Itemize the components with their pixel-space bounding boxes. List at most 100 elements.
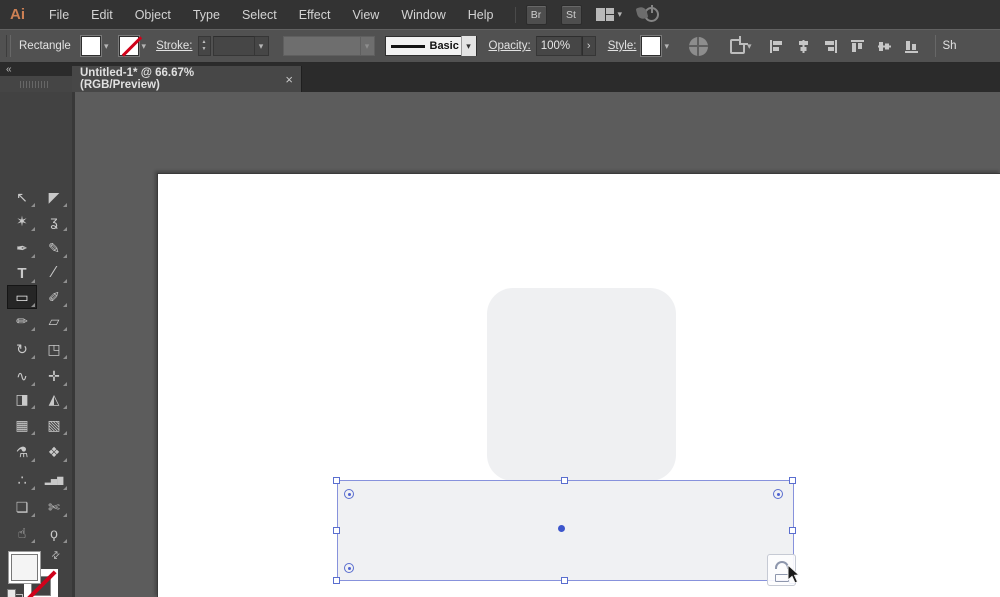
- fill-indicator[interactable]: [8, 551, 41, 584]
- tools-panel-grip[interactable]: [0, 76, 72, 92]
- selection-handle-middle-right[interactable]: [789, 527, 796, 534]
- tool-direct-selection[interactable]: ◤: [39, 185, 69, 209]
- tool-width[interactable]: ∿: [7, 364, 37, 388]
- curvature-icon: ✎: [48, 239, 60, 256]
- stroke-weight-chevron-icon[interactable]: ▾: [254, 36, 269, 56]
- recolor-artwork-icon[interactable]: [688, 36, 708, 56]
- tool-gradient[interactable]: ▧: [39, 413, 69, 437]
- style-label[interactable]: Style:: [608, 40, 637, 52]
- cc-power-icon[interactable]: [644, 5, 660, 22]
- control-bar: Rectangle ▾ ▾ Stroke: ▲ ▼ ▾ ▾ Basic ▾ Op…: [0, 29, 1000, 63]
- tool-artboard[interactable]: ❏: [7, 495, 37, 519]
- horizontal-align-center-button[interactable]: [793, 35, 815, 57]
- brush-definition-select[interactable]: Basic ▾: [384, 36, 477, 56]
- width-profile-chevron-icon: ▾: [360, 36, 375, 56]
- tool-type[interactable]: T: [7, 261, 37, 285]
- menu-type[interactable]: Type: [182, 0, 231, 29]
- tool-rectangle[interactable]: ▭: [7, 285, 37, 309]
- lasso-icon: ʓ: [50, 213, 58, 229]
- default-fill-stroke-icon[interactable]: [7, 589, 23, 597]
- stroke-chevron-down-icon[interactable]: ▾: [142, 41, 147, 51]
- tool-free-transform[interactable]: ✛: [39, 364, 69, 388]
- tools-panel-header: «: [0, 63, 72, 92]
- tool-pen[interactable]: ✒: [7, 236, 37, 260]
- stroke-weight-input[interactable]: [212, 36, 255, 56]
- tool-magic-wand[interactable]: ✶: [7, 209, 37, 233]
- menu-edit[interactable]: Edit: [80, 0, 124, 29]
- document-tab[interactable]: Untitled-1* @ 66.67% (RGB/Preview) ×: [72, 66, 302, 92]
- selected-rectangle-shape[interactable]: [337, 480, 794, 581]
- tool-rotate[interactable]: ↻: [7, 337, 37, 361]
- menu-view[interactable]: View: [341, 0, 390, 29]
- tool-blend[interactable]: ❖: [39, 440, 69, 464]
- stepper-up-icon[interactable]: ▲: [202, 40, 207, 45]
- opacity-input[interactable]: 100%: [535, 36, 582, 56]
- selection-handle-top-right[interactable]: [789, 477, 796, 484]
- tool-lasso[interactable]: ʓ: [39, 209, 69, 233]
- menu-select[interactable]: Select: [231, 0, 288, 29]
- workspace-chevron-down-icon[interactable]: ▾: [618, 10, 623, 19]
- selection-handle-top-center[interactable]: [561, 477, 568, 484]
- tool-pencil[interactable]: ✏: [7, 309, 37, 333]
- selection-center-point[interactable]: [558, 525, 565, 532]
- menu-file[interactable]: File: [38, 0, 80, 29]
- stock-button[interactable]: St: [560, 4, 582, 25]
- stepper-down-icon[interactable]: ▼: [202, 47, 207, 52]
- tool-column-graph[interactable]: ▂▅▇: [39, 468, 69, 492]
- tool-shape-builder[interactable]: ◨: [7, 387, 37, 411]
- slice-icon: ✄: [48, 498, 60, 515]
- selection-handle-bottom-center[interactable]: [561, 577, 568, 584]
- rounded-rectangle-shape[interactable]: [487, 288, 676, 481]
- tool-hand[interactable]: ☝: [7, 521, 37, 545]
- tool-scale[interactable]: ◳: [39, 337, 69, 361]
- tab-close-icon[interactable]: ×: [285, 72, 293, 87]
- workspace-switcher-icon[interactable]: [595, 8, 614, 21]
- pencil-icon: ✏: [16, 312, 28, 329]
- tool-eyedropper[interactable]: ⚗: [7, 440, 37, 464]
- selection-handle-bottom-left[interactable]: [333, 577, 340, 584]
- vertical-align-bottom-icon: [905, 40, 919, 53]
- stroke-weight-label[interactable]: Stroke:: [156, 40, 192, 52]
- horizontal-align-right-button[interactable]: [820, 35, 842, 57]
- tool-mesh[interactable]: ▦: [7, 413, 37, 437]
- tool-perspective-grid[interactable]: ◭: [39, 387, 69, 411]
- menu-window[interactable]: Window: [390, 0, 456, 29]
- tool-paintbrush[interactable]: ✐: [39, 285, 69, 309]
- opacity-label[interactable]: Opacity:: [489, 40, 531, 52]
- tool-line-segment[interactable]: ∕: [39, 261, 69, 285]
- corner-widget-bottom-left[interactable]: [344, 563, 354, 573]
- shape-label-clipped: Sh: [942, 40, 957, 52]
- swap-fill-stroke-icon[interactable]: ⇄: [49, 549, 63, 563]
- tool-selection[interactable]: ↖: [7, 185, 37, 209]
- bridge-button[interactable]: Br: [525, 4, 547, 25]
- vertical-align-bottom-button[interactable]: [901, 35, 923, 57]
- graphic-style-swatch[interactable]: [641, 36, 662, 56]
- vertical-align-center-button[interactable]: [874, 35, 896, 57]
- menu-effect[interactable]: Effect: [288, 0, 342, 29]
- tool-symbol-sprayer[interactable]: ∴: [7, 468, 37, 492]
- opacity-expand-icon[interactable]: ›: [581, 36, 596, 56]
- vertical-align-top-button[interactable]: [847, 35, 869, 57]
- corner-widget-top-left[interactable]: [344, 489, 354, 499]
- menu-bar: Ai File Edit Object Type Select Effect View Win…: [0, 0, 1000, 29]
- tool-zoom[interactable]: ϙ: [39, 521, 69, 545]
- brush-chevron-icon[interactable]: ▾: [460, 36, 476, 56]
- stroke-weight-stepper[interactable]: ▲ ▼: [197, 36, 211, 56]
- fill-color-swatch[interactable]: [81, 36, 101, 56]
- tool-curvature[interactable]: ✎: [39, 236, 69, 260]
- corner-widget-top-right[interactable]: [773, 489, 783, 499]
- tool-eraser[interactable]: ▱: [39, 309, 69, 333]
- selection-handle-top-left[interactable]: [333, 477, 340, 484]
- fill-chevron-down-icon[interactable]: ▾: [104, 41, 109, 51]
- menu-object[interactable]: Object: [124, 0, 182, 29]
- illustrator-logo: Ai: [10, 6, 25, 23]
- menu-help[interactable]: Help: [457, 0, 505, 29]
- selection-handle-middle-left[interactable]: [333, 527, 340, 534]
- tool-slice[interactable]: ✄: [39, 495, 69, 519]
- transform-panel-icon[interactable]: [729, 35, 748, 54]
- selection-icon: ↖: [16, 188, 28, 205]
- style-chevron-down-icon[interactable]: ▾: [664, 41, 669, 51]
- horizontal-align-left-button[interactable]: [766, 35, 788, 57]
- collapse-tools-icon[interactable]: «: [6, 64, 12, 75]
- stroke-color-swatch[interactable]: [118, 36, 139, 56]
